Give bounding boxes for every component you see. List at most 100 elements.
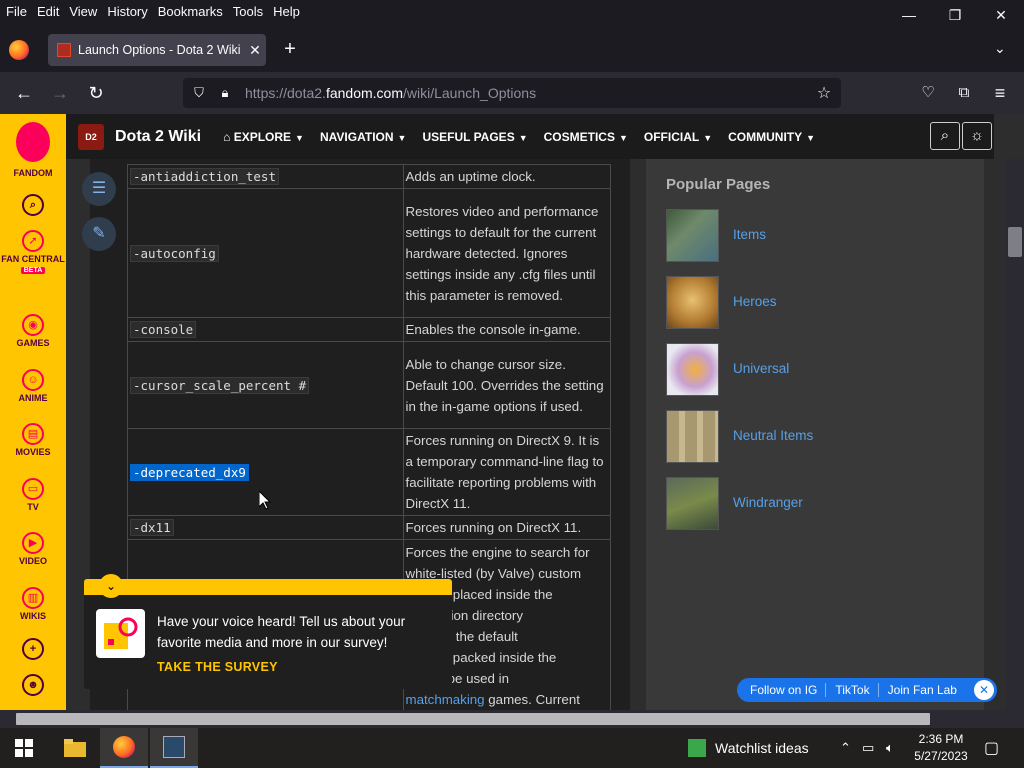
anime-link[interactable]: ☺ ANIME: [0, 369, 66, 403]
notification-center-icon[interactable]: ▢: [984, 738, 999, 758]
url-text[interactable]: https://dota2.fandom.com/wiki/Launch_Opt…: [245, 85, 811, 101]
tab-launch-options[interactable]: Launch Options - Dota 2 Wiki ✕: [48, 34, 266, 66]
horizontal-scroll-thumb[interactable]: [16, 713, 930, 725]
close-window-button[interactable]: ✕: [978, 0, 1024, 30]
matchmaking-link[interactable]: matchmaking: [406, 692, 485, 707]
description-cell: Enables the console in-game.: [402, 317, 611, 342]
minimize-button[interactable]: —: [886, 0, 932, 30]
horizontal-scrollbar[interactable]: [0, 710, 1024, 728]
menu-file[interactable]: File: [0, 4, 32, 19]
fan-central-link[interactable]: ➚ FAN CENTRAL BETA: [0, 230, 66, 274]
toc-list-icon[interactable]: ☰: [82, 172, 116, 206]
theme-toggle-sun-icon[interactable]: ☼: [962, 122, 992, 150]
back-button[interactable]: ←: [12, 82, 36, 104]
wiki-search-button[interactable]: ⌕: [930, 122, 960, 150]
take-survey-link[interactable]: TAKE THE SURVEY: [157, 660, 278, 674]
popular-page-heroes[interactable]: Heroes: [666, 276, 966, 330]
mouse-cursor-icon: [259, 491, 271, 510]
nav-official[interactable]: OFFICIAL ▼: [644, 130, 712, 144]
volume-muted-icon[interactable]: 🔈︎: [886, 740, 894, 756]
command-code: -console: [130, 321, 197, 338]
wiki-header: D2 Dota 2 Wiki ⌂ EXPLORE ▼ NAVIGATION ▼ US…: [66, 114, 994, 159]
command-code: -antiaddiction_test: [130, 168, 279, 185]
taskbar-clock[interactable]: 2:36 PM 5/27/2023: [906, 731, 976, 765]
firefox-view-icon[interactable]: [9, 40, 29, 60]
extensions-icon[interactable]: ⧉: [952, 82, 976, 104]
list-tabs-chevron-icon[interactable]: ⌄: [994, 40, 1006, 57]
nav-useful-pages[interactable]: USEFUL PAGES ▼: [422, 130, 527, 144]
close-icon[interactable]: ✕: [974, 680, 994, 700]
nav-navigation[interactable]: NAVIGATION ▼: [320, 130, 406, 144]
description-cell: Adds an uptime clock.: [402, 164, 611, 189]
popular-page-neutral-items[interactable]: Neutral Items: [666, 410, 966, 464]
windows-start-icon[interactable]: [0, 728, 48, 768]
games-link[interactable]: ◉ GAMES: [0, 314, 66, 348]
network-icon[interactable]: ▭: [862, 740, 874, 756]
nav-cosmetics[interactable]: COSMETICS ▼: [544, 130, 628, 144]
neutral-items-thumbnail[interactable]: [666, 410, 719, 463]
edit-pencil-icon[interactable]: ✎: [82, 217, 116, 251]
heroes-thumbnail[interactable]: [666, 276, 719, 329]
shield-icon[interactable]: ⛉: [189, 85, 209, 101]
vertical-scroll-thumb[interactable]: [1008, 227, 1022, 257]
url-bar[interactable]: ⛉ 🔒︎ https://dota2.fandom.com/wiki/Launc…: [183, 78, 841, 108]
tiktok-link[interactable]: TikTok: [835, 683, 879, 697]
nav-explore[interactable]: ⌂ EXPLORE ▼: [223, 130, 304, 144]
fandom-home-link[interactable]: FANDOM: [0, 122, 66, 178]
pocket-icon[interactable]: ♡: [916, 82, 940, 104]
fandom-search[interactable]: ⌕: [0, 194, 66, 218]
nav-community[interactable]: COMMUNITY ▼: [728, 130, 815, 144]
table-row: -console Enables the console in-game.: [127, 317, 611, 342]
menu-edit[interactable]: Edit: [32, 4, 64, 19]
vertical-scrollbar[interactable]: [1006, 159, 1024, 710]
anime-face-icon: ☺: [22, 369, 44, 391]
description-cell: Able to change cursor size. Default 100.…: [402, 341, 611, 429]
video-link[interactable]: ▶ VIDEO: [0, 532, 66, 566]
popular-page-items[interactable]: Items: [666, 209, 966, 263]
tab-bar: Launch Options - Dota 2 Wiki ✕ + ⌄: [0, 30, 1024, 70]
reload-button[interactable]: ↻: [84, 82, 108, 104]
menu-tools[interactable]: Tools: [228, 4, 268, 19]
menu-bookmarks[interactable]: Bookmarks: [153, 4, 228, 19]
file-explorer-icon[interactable]: [52, 728, 98, 768]
search-icon: ⌕: [22, 194, 44, 216]
new-tab-button[interactable]: +: [280, 38, 300, 61]
join-fan-lab-link[interactable]: Join Fan Lab: [888, 683, 965, 697]
dota-wiki-logo[interactable]: D2: [78, 123, 104, 150]
tray-chevron-icon[interactable]: ⌃: [840, 740, 851, 756]
menu-view[interactable]: View: [64, 4, 102, 19]
chevron-down-icon: ▼: [397, 132, 407, 143]
bookmark-star-icon[interactable]: ☆: [811, 83, 837, 103]
menu-history[interactable]: History: [102, 4, 152, 19]
menu-bar: File Edit View History Bookmarks Tools H…: [0, 0, 1024, 22]
popular-page-windranger[interactable]: Windranger: [666, 477, 966, 531]
tab-close-icon[interactable]: ✕: [244, 42, 266, 59]
book-icon: ▥: [22, 587, 44, 609]
follow-ig-link[interactable]: Follow on IG: [750, 683, 827, 697]
forward-button[interactable]: →: [48, 82, 72, 104]
game-taskbar-icon[interactable]: [150, 728, 198, 768]
firefox-taskbar-icon[interactable]: [100, 728, 148, 768]
windranger-thumbnail[interactable]: [666, 477, 719, 530]
account-button[interactable]: ☻: [0, 674, 66, 698]
table-row: -deprecated_dx9 Forces running on Direct…: [127, 428, 611, 516]
menu-help[interactable]: Help: [268, 4, 305, 19]
items-thumbnail[interactable]: [666, 209, 719, 262]
chevron-down-icon[interactable]: ⌄: [99, 574, 123, 598]
command-code: -dx11: [130, 519, 174, 536]
description-cell: Forces running on DirectX 11.: [402, 515, 611, 540]
movies-link[interactable]: ▤ MOVIES: [0, 423, 66, 457]
wikis-link[interactable]: ▥ WIKIS: [0, 587, 66, 621]
watchlist-notification[interactable]: Watchlist ideas: [688, 728, 828, 768]
popular-page-universal[interactable]: Universal: [666, 343, 966, 397]
app-menu-icon[interactable]: ≡: [988, 82, 1012, 104]
start-wiki-button[interactable]: +: [0, 638, 66, 662]
tv-link[interactable]: ▭ TV: [0, 478, 66, 512]
lock-icon[interactable]: 🔒︎: [215, 85, 235, 101]
restore-button[interactable]: ❐: [932, 0, 978, 30]
universal-thumbnail[interactable]: [666, 343, 719, 396]
clapper-icon: ▤: [22, 423, 44, 445]
wiki-name[interactable]: Dota 2 Wiki: [115, 128, 201, 146]
command-code-selected[interactable]: -deprecated_dx9: [130, 463, 249, 481]
social-pill: Follow on IG TikTok Join Fan Lab ✕: [737, 678, 997, 702]
